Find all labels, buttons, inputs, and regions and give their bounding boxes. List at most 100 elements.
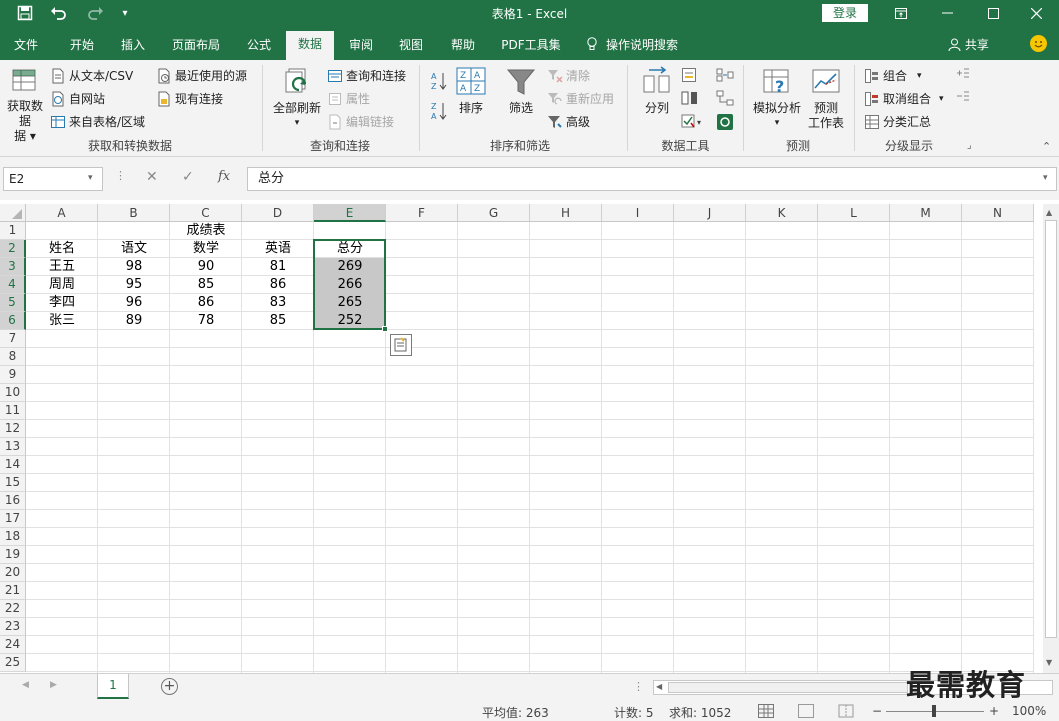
what-if-analysis-button[interactable]: ? 模拟分析 ▾: [750, 66, 804, 131]
formula-input[interactable]: 总分: [247, 167, 1057, 191]
recent-sources-button[interactable]: 最近使用的源: [156, 67, 247, 84]
tab-view[interactable]: 视图: [390, 34, 432, 56]
data-cell[interactable]: 王五: [26, 258, 98, 276]
ribbon-display-icon[interactable]: [878, 0, 924, 26]
undo-icon[interactable]: [44, 3, 74, 23]
column-header-j[interactable]: J: [674, 204, 746, 222]
scroll-up-icon[interactable]: ▲: [1046, 208, 1052, 217]
forecast-sheet-button[interactable]: 预测 工作表: [804, 66, 848, 131]
row-header-3[interactable]: 3: [0, 258, 26, 276]
row-header-25[interactable]: 25: [0, 654, 26, 672]
data-cell[interactable]: 周周: [26, 276, 98, 294]
row-header-2[interactable]: 2: [0, 240, 26, 258]
from-table-button[interactable]: 来自表格/区域: [50, 113, 145, 130]
row-header-8[interactable]: 8: [0, 348, 26, 366]
vertical-scroll-thumb[interactable]: [1045, 220, 1057, 638]
column-header-c[interactable]: C: [170, 204, 242, 222]
tab-page-layout[interactable]: 页面布局: [166, 34, 226, 56]
get-data-button[interactable]: 获取数据 据 ▾: [4, 64, 46, 144]
data-cell[interactable]: 86: [170, 294, 242, 312]
header-cell[interactable]: 语文: [98, 240, 170, 258]
tab-insert[interactable]: 插入: [112, 34, 154, 56]
collapse-ribbon-icon[interactable]: ⌃: [1042, 140, 1051, 153]
horizontal-scroll-thumb[interactable]: [668, 682, 908, 693]
column-header-h[interactable]: H: [530, 204, 602, 222]
scroll-left-icon[interactable]: ◀: [656, 682, 662, 691]
column-header-e[interactable]: E: [314, 204, 386, 222]
tab-formulas[interactable]: 公式: [238, 34, 280, 56]
tab-pdf-tools[interactable]: PDF工具集: [496, 34, 566, 56]
split-handle-icon[interactable]: ⋮: [633, 680, 644, 693]
data-cell[interactable]: 78: [170, 312, 242, 330]
insert-function-icon[interactable]: fx: [218, 169, 230, 184]
properties-button[interactable]: 属性: [327, 90, 370, 107]
row-header-13[interactable]: 13: [0, 438, 26, 456]
reapply-button[interactable]: 重新应用: [547, 90, 614, 107]
sort-ascending-icon[interactable]: AZ: [430, 70, 448, 92]
zoom-level[interactable]: 100%: [1012, 704, 1046, 718]
row-header-11[interactable]: 11: [0, 402, 26, 420]
column-header-n[interactable]: N: [962, 204, 1034, 222]
tab-help[interactable]: 帮助: [442, 34, 484, 56]
zoom-in-icon[interactable]: +: [989, 704, 999, 718]
existing-connections-button[interactable]: 现有连接: [156, 90, 223, 107]
column-header-l[interactable]: L: [818, 204, 890, 222]
row-header-10[interactable]: 10: [0, 384, 26, 402]
cancel-icon[interactable]: ✕: [146, 169, 158, 185]
row-header-1[interactable]: 1: [0, 222, 26, 240]
row-header-24[interactable]: 24: [0, 636, 26, 654]
clear-filter-button[interactable]: 清除: [547, 67, 590, 84]
row-header-22[interactable]: 22: [0, 600, 26, 618]
normal-view-icon[interactable]: [758, 704, 774, 718]
data-cell[interactable]: 90: [170, 258, 242, 276]
zoom-out-icon[interactable]: −: [872, 704, 882, 718]
flash-fill-icon[interactable]: [681, 67, 697, 83]
from-web-button[interactable]: 自网站: [50, 90, 105, 107]
enter-icon[interactable]: ✓: [182, 169, 194, 185]
scroll-down-icon[interactable]: ▼: [1046, 658, 1052, 667]
column-header-i[interactable]: I: [602, 204, 674, 222]
data-cell[interactable]: 89: [98, 312, 170, 330]
data-cell[interactable]: 81: [242, 258, 314, 276]
row-header-6[interactable]: 6: [0, 312, 26, 330]
name-box-dropdown-icon[interactable]: ▾: [88, 173, 93, 183]
sheet-tab-1[interactable]: 1: [97, 674, 129, 699]
row-header-18[interactable]: 18: [0, 528, 26, 546]
quick-analysis-icon[interactable]: [390, 334, 412, 356]
data-cell[interactable]: 86: [242, 276, 314, 294]
zoom-slider-handle[interactable]: [932, 705, 936, 717]
manage-data-model-icon[interactable]: [716, 113, 734, 131]
data-cell[interactable]: 96: [98, 294, 170, 312]
sort-descending-icon[interactable]: ZA: [430, 100, 448, 122]
login-button[interactable]: 登录: [822, 4, 868, 22]
row-header-12[interactable]: 12: [0, 420, 26, 438]
share-button[interactable]: 共享: [948, 36, 989, 53]
column-header-k[interactable]: K: [746, 204, 818, 222]
column-header-a[interactable]: A: [26, 204, 98, 222]
header-cell[interactable]: 数学: [170, 240, 242, 258]
feedback-smiley-icon[interactable]: [1030, 35, 1047, 52]
save-icon[interactable]: [12, 3, 38, 23]
text-to-columns-button[interactable]: 分列: [638, 66, 676, 116]
edit-links-button[interactable]: 编辑链接: [327, 113, 394, 130]
tab-home[interactable]: 开始: [60, 34, 104, 56]
next-sheet-icon[interactable]: ▶: [50, 680, 57, 690]
ungroup-button[interactable]: 取消组合 ▾: [864, 90, 944, 107]
column-header-d[interactable]: D: [242, 204, 314, 222]
data-cell[interactable]: 95: [98, 276, 170, 294]
group-button[interactable]: 组合 ▾: [864, 67, 922, 84]
data-cell[interactable]: 83: [242, 294, 314, 312]
add-sheet-icon[interactable]: +: [161, 678, 178, 695]
data-validation-icon[interactable]: ▾: [681, 113, 705, 129]
queries-connections-button[interactable]: 查询和连接: [327, 67, 406, 84]
column-header-m[interactable]: M: [890, 204, 962, 222]
subtotal-button[interactable]: 分类汇总: [864, 113, 931, 130]
prev-sheet-icon[interactable]: ◀: [22, 680, 29, 690]
data-cell[interactable]: 85: [242, 312, 314, 330]
page-break-view-icon[interactable]: [838, 704, 854, 718]
sheet-title-cell[interactable]: 成绩表: [26, 222, 386, 240]
row-header-9[interactable]: 9: [0, 366, 26, 384]
select-all-corner[interactable]: [0, 204, 26, 222]
customize-icon[interactable]: ▾: [118, 3, 132, 23]
tell-me-search[interactable]: 操作说明搜索: [586, 34, 692, 56]
